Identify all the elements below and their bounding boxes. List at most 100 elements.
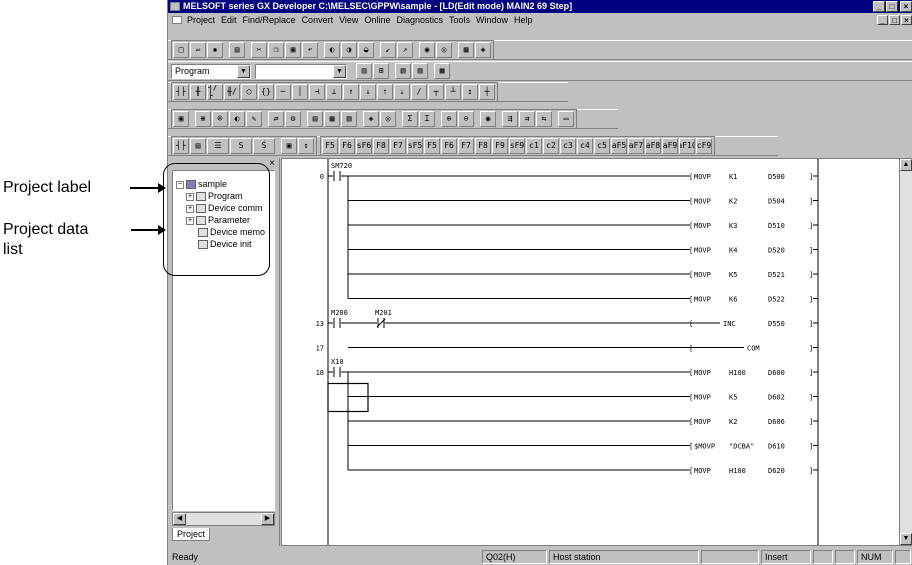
- fkey-sf5-icon[interactable]: sF5: [407, 138, 423, 154]
- device-register-icon[interactable]: ⇉: [519, 111, 535, 127]
- fkey-f8b-icon[interactable]: F8: [475, 138, 491, 154]
- fkey-c2-icon[interactable]: c2: [543, 138, 559, 154]
- delete-horizontal-icon[interactable]: ⊣: [309, 84, 325, 100]
- branch-line-icon[interactable]: ┼: [479, 84, 495, 100]
- fkey-af9-icon[interactable]: aF9: [662, 138, 678, 154]
- document-icon[interactable]: [172, 16, 182, 24]
- menu-convert[interactable]: Convert: [299, 14, 337, 27]
- menu-find-replace[interactable]: Find/Replace: [240, 14, 299, 27]
- mdi-close-button[interactable]: ×: [901, 15, 912, 25]
- comment-view-icon[interactable]: ▧: [341, 111, 357, 127]
- fkey-f6b-icon[interactable]: F6: [441, 138, 457, 154]
- menu-view[interactable]: View: [336, 14, 361, 27]
- ladder-mode-icon[interactable]: ┤├: [173, 138, 189, 154]
- scroll-right-icon[interactable]: ▶: [261, 513, 274, 525]
- application-instruction-icon[interactable]: {}: [258, 84, 274, 100]
- cut-icon[interactable]: ✂: [251, 42, 267, 58]
- zoom-in-icon[interactable]: ⊕: [441, 111, 457, 127]
- window-tile-icon[interactable]: ▭: [558, 111, 574, 127]
- data-name-select[interactable]: ▼: [255, 63, 347, 79]
- statement-icon[interactable]: ▨: [412, 63, 428, 79]
- parallel-no-icon[interactable]: ╫: [190, 84, 206, 100]
- write-plc-icon[interactable]: ↙: [380, 42, 396, 58]
- data-type-select[interactable]: Program ▼: [171, 63, 251, 79]
- fkey-f5-icon[interactable]: F5: [322, 138, 338, 154]
- plc-diagnostics-icon[interactable]: ⚙: [285, 111, 301, 127]
- delete-line-icon[interactable]: ┴: [445, 84, 461, 100]
- project-horizontal-scrollbar[interactable]: ◀ ▶: [172, 512, 275, 526]
- device-list-icon[interactable]: ▩: [434, 63, 450, 79]
- mdi-restore-button[interactable]: □: [889, 15, 900, 25]
- monitor-mode-icon[interactable]: ▣: [173, 111, 189, 127]
- plc-read-icon[interactable]: ▤: [190, 138, 206, 154]
- menu-edit[interactable]: Edit: [218, 14, 240, 27]
- search-icon[interactable]: ◎: [380, 111, 396, 127]
- paste-icon[interactable]: ▣: [285, 42, 301, 58]
- coil-icon[interactable]: ◯: [241, 84, 257, 100]
- vertical-line-icon[interactable]: │: [292, 84, 308, 100]
- scroll-up-icon[interactable]: ▲: [900, 159, 912, 171]
- tab-project[interactable]: Project: [172, 528, 211, 541]
- trace-icon[interactable]: Ɪ: [419, 111, 435, 127]
- contact-nc-icon[interactable]: ┤/├: [207, 84, 223, 100]
- device-test-icon[interactable]: ▦: [458, 42, 474, 58]
- ladder-vertical-scrollbar[interactable]: ▲ ▼: [899, 159, 912, 545]
- sfc-icon[interactable]: S: [230, 138, 252, 154]
- entry-monitor-icon[interactable]: ◈: [475, 42, 491, 58]
- device-monitor-icon[interactable]: ⇆: [536, 111, 552, 127]
- falling-pulse-icon[interactable]: ↓: [360, 84, 376, 100]
- fkey-c5-icon[interactable]: c5: [594, 138, 610, 154]
- find-icon[interactable]: ◉: [480, 111, 496, 127]
- step-icon[interactable]: Σ: [402, 111, 418, 127]
- copy-icon[interactable]: ❐: [268, 42, 284, 58]
- edit-mode-icon[interactable]: ✎: [246, 111, 262, 127]
- zoom-out-icon[interactable]: ⊖: [458, 111, 474, 127]
- fkey-c3-icon[interactable]: c3: [560, 138, 576, 154]
- find-instruction-icon[interactable]: ◑: [341, 42, 357, 58]
- fkey-af8-icon[interactable]: aF8: [645, 138, 661, 154]
- read-mode-icon[interactable]: ⁜: [212, 111, 228, 127]
- draw-line-icon[interactable]: ┬: [428, 84, 444, 100]
- undo-icon[interactable]: ↶: [302, 42, 318, 58]
- find-device-icon[interactable]: ◐: [324, 42, 340, 58]
- chevron-down-icon[interactable]: ▼: [237, 64, 250, 78]
- transfer-icon[interactable]: ⇄: [268, 111, 284, 127]
- list-mode-icon[interactable]: ☰: [207, 138, 229, 154]
- delete-vertical-icon[interactable]: ⊥: [326, 84, 342, 100]
- fkey-f9-icon[interactable]: F9: [492, 138, 508, 154]
- monitor-icon[interactable]: ◉: [419, 42, 435, 58]
- sfc-list-icon[interactable]: Ś: [253, 138, 275, 154]
- fkey-f7-icon[interactable]: F7: [390, 138, 406, 154]
- save-icon[interactable]: ▪: [207, 42, 223, 58]
- program-list-icon[interactable]: ▥: [356, 63, 372, 79]
- menu-project[interactable]: Project: [184, 14, 218, 27]
- menu-online[interactable]: Online: [361, 14, 393, 27]
- arrow-line-icon[interactable]: ↥: [462, 84, 478, 100]
- write-mode-icon[interactable]: ⋇: [195, 111, 211, 127]
- scroll-down-icon[interactable]: ▼: [900, 533, 912, 545]
- menu-diagnostics[interactable]: Diagnostics: [393, 14, 446, 27]
- fkey-sf6-icon[interactable]: sF6: [356, 138, 372, 154]
- parallel-rising-icon[interactable]: ⇡: [377, 84, 393, 100]
- ladder-view-icon[interactable]: ▤: [307, 111, 323, 127]
- fkey-cf9-icon[interactable]: cF9: [696, 138, 712, 154]
- fkey-af7-icon[interactable]: aF7: [628, 138, 644, 154]
- fkey-f7b-icon[interactable]: F7: [458, 138, 474, 154]
- comment-mode-icon[interactable]: ▣: [281, 138, 297, 154]
- minimize-button[interactable]: _: [873, 1, 885, 12]
- print-icon[interactable]: ▤: [229, 42, 245, 58]
- chevron-down-icon[interactable]: ▼: [333, 64, 346, 78]
- menu-window[interactable]: Window: [473, 14, 511, 27]
- scroll-left-icon[interactable]: ◀: [173, 513, 186, 525]
- horizontal-line-icon[interactable]: ─: [275, 84, 291, 100]
- menu-tools[interactable]: Tools: [446, 14, 473, 27]
- contact-no-icon[interactable]: ┤├: [173, 84, 189, 100]
- fkey-f5b-icon[interactable]: F5: [424, 138, 440, 154]
- label-icon[interactable]: ◈: [363, 111, 379, 127]
- mdi-minimize-button[interactable]: _: [877, 15, 888, 25]
- menu-help[interactable]: Help: [511, 14, 536, 27]
- new-file-icon[interactable]: □: [173, 42, 189, 58]
- fkey-af10-icon[interactable]: aF10: [679, 138, 695, 154]
- change-mode-icon[interactable]: ◐: [229, 111, 245, 127]
- fkey-c4-icon[interactable]: c4: [577, 138, 593, 154]
